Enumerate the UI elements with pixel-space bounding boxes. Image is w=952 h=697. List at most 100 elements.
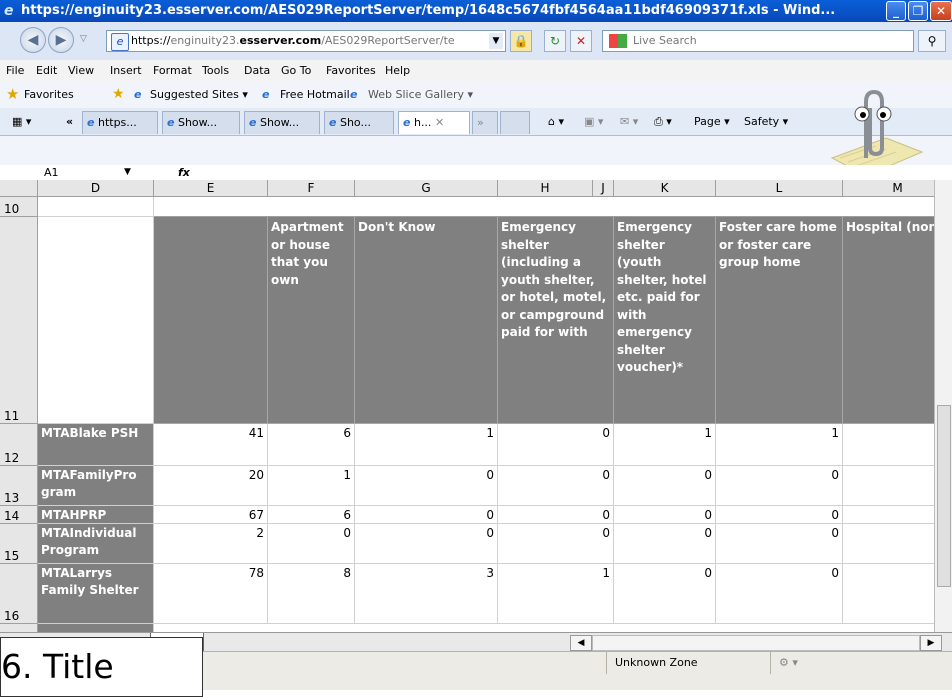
- table-cell[interactable]: 41: [154, 424, 268, 466]
- vertical-scrollbar[interactable]: [934, 180, 952, 632]
- row-header[interactable]: 16: [0, 564, 38, 624]
- table-cell[interactable]: 0: [716, 524, 843, 564]
- menu-help[interactable]: Help: [385, 60, 410, 81]
- browser-tab[interactable]: e Sho...: [324, 111, 394, 134]
- refresh-button[interactable]: ↻: [544, 30, 566, 52]
- address-dropdown-icon[interactable]: ▼: [489, 33, 503, 49]
- table-cell[interactable]: 0: [716, 564, 843, 624]
- table-cell[interactable]: [38, 217, 154, 424]
- table-header-cell[interactable]: [154, 217, 268, 424]
- scroll-left-button[interactable]: ◀: [570, 635, 592, 651]
- scroll-right-button[interactable]: ▶: [920, 635, 942, 651]
- table-cell[interactable]: 1: [614, 424, 716, 466]
- table-header-cell[interactable]: Emergency shelter (including a youth she…: [498, 217, 614, 424]
- table-cell[interactable]: 0: [355, 524, 498, 564]
- table-cell[interactable]: 67: [154, 506, 268, 524]
- table-cell[interactable]: 6: [268, 506, 355, 524]
- minimize-button[interactable]: _: [886, 1, 906, 21]
- print-icon[interactable]: ⎙ ▾: [654, 108, 672, 135]
- column-header[interactable]: D: [38, 180, 154, 197]
- row-header[interactable]: 14: [0, 506, 38, 524]
- search-input[interactable]: Live Search: [602, 30, 914, 52]
- row-header[interactable]: 10: [0, 197, 38, 217]
- more-tabs-button[interactable]: »: [472, 111, 498, 134]
- menu-data[interactable]: Data: [244, 60, 270, 81]
- program-name-cell[interactable]: MTAFamilyPro gram: [38, 466, 154, 506]
- row-header[interactable]: 13: [0, 466, 38, 506]
- menu-favorites[interactable]: Favorites: [326, 60, 376, 81]
- home-icon[interactable]: ⌂ ▾: [548, 108, 564, 135]
- column-header[interactable]: E: [154, 180, 268, 197]
- maximize-button[interactable]: ❐: [908, 1, 928, 21]
- scrollbar-thumb[interactable]: [937, 405, 951, 587]
- recent-pages-dropdown-icon[interactable]: ▽: [80, 34, 87, 44]
- column-header[interactable]: K: [614, 180, 716, 197]
- table-cell[interactable]: 0: [498, 506, 614, 524]
- table-header-cell[interactable]: Foster care home or foster care group ho…: [716, 217, 843, 424]
- tab-list-icon[interactable]: «: [66, 108, 73, 135]
- browser-tab-active[interactable]: e h... ✕: [398, 111, 470, 134]
- table-cell[interactable]: 20: [154, 466, 268, 506]
- web-slice-gallery-link[interactable]: Web Slice Gallery ▾: [368, 81, 473, 108]
- protected-mode-icon[interactable]: ⚙ ▾: [770, 652, 830, 674]
- table-cell[interactable]: 0: [355, 466, 498, 506]
- table-cell[interactable]: 8: [268, 564, 355, 624]
- lock-icon[interactable]: 🔒: [510, 30, 532, 52]
- row-header[interactable]: [0, 624, 38, 632]
- program-name-cell[interactable]: MTALarrys Family Shelter: [38, 564, 154, 624]
- add-favorites-icon[interactable]: ★: [112, 81, 125, 108]
- table-cell[interactable]: 3: [355, 564, 498, 624]
- table-cell[interactable]: 1: [268, 466, 355, 506]
- stop-button[interactable]: ✕: [570, 30, 592, 52]
- table-cell[interactable]: 0: [498, 424, 614, 466]
- table-cell[interactable]: 0: [614, 506, 716, 524]
- table-cell[interactable]: 2: [154, 524, 268, 564]
- table-cell[interactable]: 0: [498, 524, 614, 564]
- menu-format[interactable]: Format: [153, 60, 192, 81]
- table-header-cell[interactable]: Emergency shelter (youth shelter, hotel …: [614, 217, 716, 424]
- feeds-icon[interactable]: ▣ ▾: [584, 108, 603, 135]
- column-header[interactable]: H: [498, 180, 593, 197]
- column-header[interactable]: L: [716, 180, 843, 197]
- menu-edit[interactable]: Edit: [36, 60, 57, 81]
- program-name-cell[interactable]: MTABlake PSH: [38, 424, 154, 466]
- row-header[interactable]: 12: [0, 424, 38, 466]
- table-cell[interactable]: 78: [154, 564, 268, 624]
- row-header[interactable]: 15: [0, 524, 38, 564]
- table-cell[interactable]: 0: [498, 466, 614, 506]
- mail-icon[interactable]: ✉ ▾: [620, 108, 638, 135]
- column-header[interactable]: J: [593, 180, 614, 197]
- table-cell[interactable]: 0: [614, 466, 716, 506]
- menu-tools[interactable]: Tools: [202, 60, 229, 81]
- program-name-cell[interactable]: MTAHPRP: [38, 506, 154, 524]
- menu-view[interactable]: View: [68, 60, 94, 81]
- page-menu[interactable]: Page ▾: [694, 108, 730, 135]
- suggested-sites-link[interactable]: Suggested Sites ▾: [150, 81, 248, 108]
- safety-menu[interactable]: Safety ▾: [744, 108, 788, 135]
- menu-go-to[interactable]: Go To: [281, 60, 311, 81]
- address-bar[interactable]: e https://enginuity23.esserver.com/AES02…: [106, 30, 506, 52]
- fx-icon[interactable]: fx: [178, 165, 190, 180]
- table-cell[interactable]: [38, 197, 154, 217]
- menu-insert[interactable]: Insert: [110, 60, 142, 81]
- table-cell[interactable]: 0: [614, 524, 716, 564]
- program-name-cell[interactable]: [38, 624, 154, 632]
- browser-tab[interactable]: e Show...: [244, 111, 320, 134]
- name-box-dropdown-icon[interactable]: ▼: [124, 165, 131, 180]
- table-cell[interactable]: 1: [716, 424, 843, 466]
- table-header-cell[interactable]: Don't Know: [355, 217, 498, 424]
- menu-file[interactable]: File: [6, 60, 24, 81]
- forward-button[interactable]: ▶: [48, 27, 74, 53]
- table-cell[interactable]: 0: [614, 564, 716, 624]
- new-tab-button[interactable]: [500, 111, 530, 134]
- table-cell[interactable]: [154, 197, 952, 217]
- column-header[interactable]: G: [355, 180, 498, 197]
- close-button[interactable]: ✕: [930, 1, 952, 21]
- table-cell[interactable]: 1: [355, 424, 498, 466]
- program-name-cell[interactable]: MTAIndividual Program: [38, 524, 154, 564]
- table-cell[interactable]: 0: [716, 506, 843, 524]
- name-box[interactable]: A1: [44, 165, 59, 180]
- select-all-corner[interactable]: [0, 180, 38, 197]
- search-button[interactable]: ⚲: [918, 30, 946, 52]
- quick-tabs-icon[interactable]: ▦ ▾: [12, 108, 31, 135]
